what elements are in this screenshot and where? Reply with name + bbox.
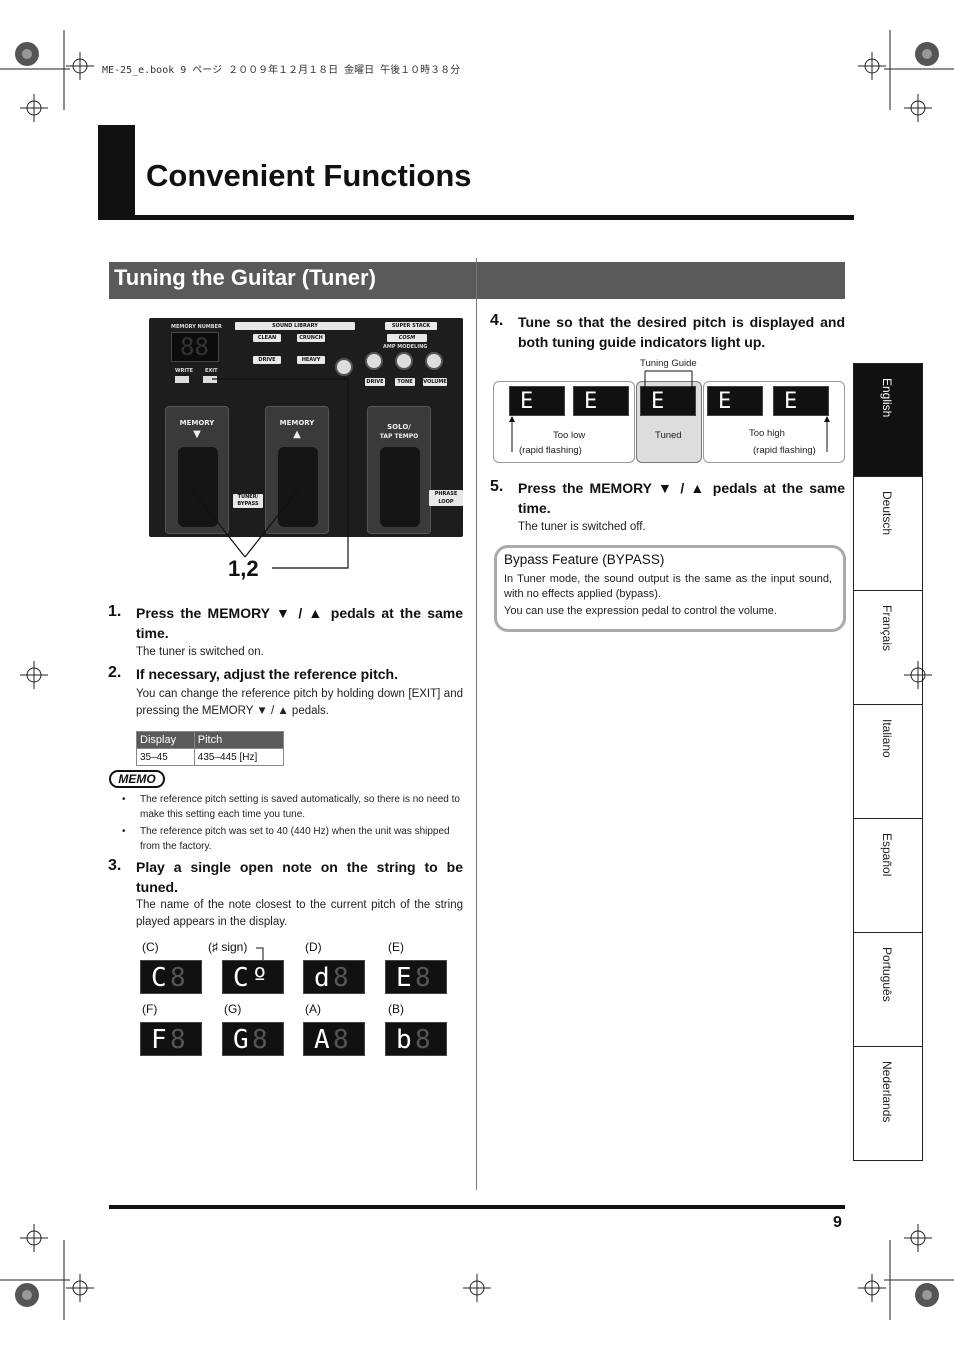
tuned-label: Tuned [655,430,682,441]
too-high-sub: (rapid flashing) [753,445,816,456]
step-5-body: The tuner is switched off. [518,521,646,533]
tab-label: Deutsch [880,491,894,536]
footer-rule [109,1205,845,1209]
tab-deutsch[interactable]: Deutsch [853,477,923,591]
tab-label: English [880,378,894,418]
bypass-title: Bypass Feature (BYPASS) [504,552,665,567]
too-low-sub: (rapid flashing) [519,445,582,456]
language-tabs: English Deutsch Français Italiano Españo… [853,363,923,1161]
tab-english[interactable]: English [853,363,923,477]
step-5-number: 5. [490,478,504,495]
step-5-heading: Press the MEMORY ▼ / ▲ pedals at the sam… [518,480,845,516]
bypass-text-2: You can use the expression pedal to cont… [504,605,777,617]
page-number: 9 [833,1214,842,1231]
tab-nederlands[interactable]: Nederlands [853,1047,923,1161]
bypass-text-1: In Tuner mode, the sound output is the s… [504,573,832,600]
tab-label: Nederlands [880,1061,894,1123]
tab-italiano[interactable]: Italiano [853,705,923,819]
too-high-label: Too high [749,428,785,439]
tab-label: Italiano [880,719,894,758]
tab-label: Español [880,833,894,877]
tab-francais[interactable]: Français [853,591,923,705]
tab-espanol[interactable]: Español [853,819,923,933]
tab-label: Français [880,605,894,652]
tab-label: Português [880,947,894,1002]
tab-portugues[interactable]: Português [853,933,923,1047]
tuner-pointers [509,370,830,452]
too-low-label: Too low [553,430,586,441]
